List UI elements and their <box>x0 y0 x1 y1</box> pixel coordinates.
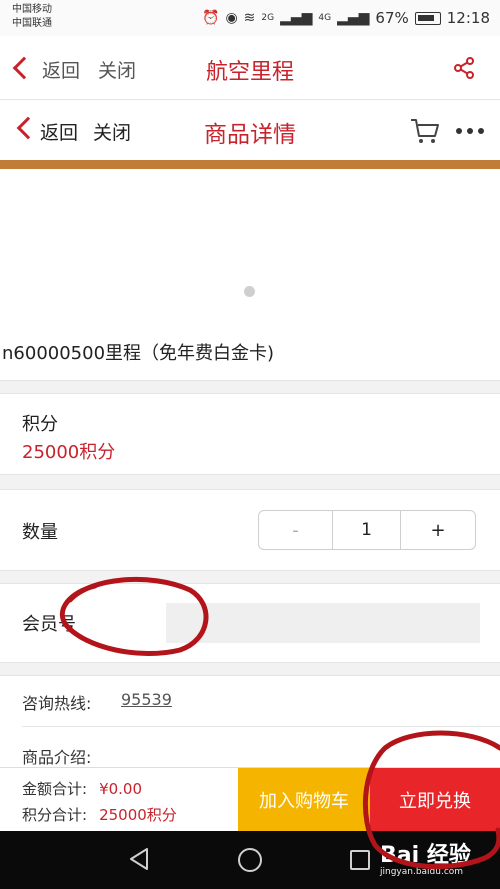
points-label: 积分 <box>22 414 58 435</box>
watermark-brand: Bai 经验 <box>380 843 471 868</box>
amount-total: 金额合计: ¥0.00 <box>22 778 142 799</box>
hotline-number-link[interactable]: 95539 <box>121 690 172 709</box>
section-gap <box>0 380 500 394</box>
carrier-info: 中国移动 中国联通 <box>12 3 52 31</box>
member-number-label: 会员号 <box>22 614 76 635</box>
battery-percent: 67% <box>375 9 409 27</box>
points-value: 25000积分 <box>22 442 116 463</box>
back-chevron-icon[interactable] <box>12 56 36 80</box>
inner-nav-bar: 返回 关闭 商品详情 <box>0 100 500 160</box>
outer-close-button[interactable]: 关闭 <box>98 56 136 83</box>
quantity-value[interactable]: 1 <box>333 511 401 549</box>
hotline-label: 咨询热线: <box>22 694 92 713</box>
section-gap <box>0 474 500 490</box>
shopping-cart-icon[interactable] <box>410 118 440 144</box>
product-title: n60000500里程（免年费白金卡) <box>2 343 275 364</box>
outer-nav-bar: 返回 关闭 航空里程 <box>0 36 500 100</box>
points-total: 积分合计: 25000积分 <box>22 804 177 825</box>
carousel-dot-indicator <box>244 286 255 297</box>
inner-close-button[interactable]: 关闭 <box>93 118 131 145</box>
signal-icon: ▂▄▆ <box>337 10 370 26</box>
system-recent-apps-icon[interactable] <box>350 850 370 870</box>
quantity-stepper: - 1 + <box>258 510 476 550</box>
watermark-url: jingyan.baidu.com <box>380 867 464 877</box>
redeem-now-button[interactable]: 立即兑换 <box>370 768 500 832</box>
signal-2-label: 4G <box>318 13 332 23</box>
wifi-icon: ≋ <box>243 10 256 26</box>
amount-total-label: 金额合计: <box>22 780 88 798</box>
status-bar: 中国移动 中国联通 ⏰ ◉ ≋ 2G ▂▄▆ 4G ▂▄▆ 67% 12:18 <box>0 0 500 36</box>
clock: 12:18 <box>446 9 490 27</box>
bottom-action-bar: 金额合计: ¥0.00 积分合计: 25000积分 加入购物车 立即兑换 <box>0 767 500 832</box>
system-home-icon[interactable] <box>238 848 262 872</box>
back-chevron-icon[interactable] <box>16 116 40 140</box>
battery-icon <box>414 11 441 25</box>
product-image-carousel[interactable] <box>0 169 500 324</box>
quantity-label: 数量 <box>22 522 58 543</box>
signal-icon: ▂▄▆ <box>280 10 313 26</box>
outer-back-button[interactable]: 返回 <box>42 56 80 83</box>
baidu-jingyan-watermark: Bai 经验 jingyan.baidu.com <box>380 837 471 877</box>
share-icon[interactable] <box>452 56 476 80</box>
system-back-icon[interactable] <box>128 847 150 871</box>
section-gap <box>0 662 500 676</box>
carrier-1: 中国移动 <box>12 4 52 15</box>
status-icons: ⏰ ◉ ≋ 2G ▂▄▆ 4G ▂▄▆ 67% 12:18 <box>202 7 490 29</box>
divider <box>22 726 500 727</box>
carrier-2: 中国联通 <box>12 18 52 29</box>
eye-icon: ◉ <box>225 10 238 26</box>
points-total-value: 25000积分 <box>99 806 177 824</box>
system-navigation-bar: Bai 经验 jingyan.baidu.com <box>0 831 500 889</box>
section-gap <box>0 570 500 584</box>
add-to-cart-button[interactable]: 加入购物车 <box>238 768 370 832</box>
points-total-label: 积分合计: <box>22 806 88 824</box>
signal-1-label: 2G <box>261 13 275 23</box>
product-intro-label: 商品介绍: <box>22 748 92 767</box>
increment-button[interactable]: + <box>401 511 475 549</box>
more-options-icon[interactable] <box>456 128 484 134</box>
alarm-icon: ⏰ <box>202 10 220 26</box>
decrement-button[interactable]: - <box>259 511 333 549</box>
amount-total-value: ¥0.00 <box>99 780 143 798</box>
member-number-input[interactable] <box>166 603 480 643</box>
accent-divider <box>0 160 500 169</box>
inner-back-button[interactable]: 返回 <box>40 118 78 145</box>
